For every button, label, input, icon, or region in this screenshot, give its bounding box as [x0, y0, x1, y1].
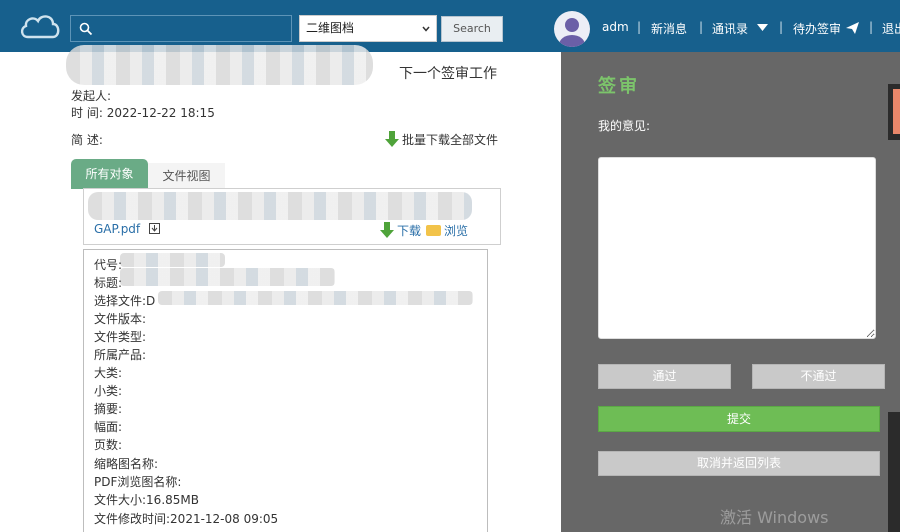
detail-file-version: 文件版本: — [94, 312, 147, 326]
detail-sheet-size: 幅面: — [94, 420, 123, 434]
edge-strip — [888, 412, 900, 532]
time-value: 2022-12-22 18:15 — [106, 106, 215, 120]
nav-logout[interactable]: 退出 — [882, 20, 900, 37]
detail-file-type: 文件类型: — [94, 330, 147, 344]
detail-pdf-preview-name: PDF浏览图名称: — [94, 475, 182, 489]
edge-strip-accent — [893, 89, 900, 134]
send-icon[interactable] — [846, 22, 859, 34]
search-button[interactable]: Search — [441, 16, 503, 42]
nav-contacts[interactable]: 通讯录 — [712, 20, 748, 37]
nav-separator: | — [699, 20, 704, 34]
redacted-title-value — [120, 268, 335, 286]
search-icon — [79, 22, 93, 36]
activation-watermark: 激活 Windows — [720, 508, 829, 527]
file-name: GAP.pdf — [94, 222, 141, 236]
detail-page-count: 页数: — [94, 438, 123, 452]
download-link[interactable]: 下载 — [397, 224, 421, 238]
folder-icon[interactable] — [426, 225, 442, 236]
category-select-value: 二维图档 — [306, 21, 355, 35]
download-arrow-icon[interactable] — [380, 222, 394, 238]
file-export-icon — [148, 223, 160, 234]
detail-title: 标题: — [94, 276, 123, 290]
opinion-label: 我的意见: — [598, 119, 651, 133]
initiator-label: 发起人: — [71, 89, 112, 103]
tab-file-view[interactable]: 文件视图 — [148, 163, 225, 189]
detail-major-category: 大类: — [94, 366, 123, 380]
detail-product: 所属产品: — [94, 348, 147, 362]
opinion-textarea[interactable] — [598, 157, 876, 339]
nav-separator: | — [779, 20, 784, 34]
approve-button[interactable]: 通过 — [598, 364, 731, 389]
tab-all-objects[interactable]: 所有对象 — [71, 159, 148, 189]
redacted-code — [120, 253, 225, 267]
browse-link[interactable]: 浏览 — [444, 224, 468, 238]
file-link[interactable]: GAP.pdf — [94, 222, 160, 236]
redacted-file-path — [158, 291, 473, 305]
time-row: 时 间: 2022-12-22 18:15 — [71, 104, 215, 121]
search-input[interactable] — [70, 15, 292, 42]
avatar[interactable] — [554, 11, 590, 47]
reject-button[interactable]: 不通过 — [752, 364, 885, 389]
batch-download-link[interactable]: 批量下载全部文件 — [385, 131, 498, 148]
review-title: 签审 — [598, 76, 640, 97]
batch-download-label: 批量下载全部文件 — [402, 133, 499, 147]
summary-label: 简 述: — [71, 133, 103, 147]
next-review-link[interactable]: 下一个签审工作 — [399, 63, 497, 83]
nav-pending-review[interactable]: 待办签审 — [793, 20, 841, 37]
file-actions: 下载 浏览 — [380, 222, 468, 239]
redacted-title — [66, 45, 373, 85]
detail-modified-time: 文件修改时间:2021-12-08 09:05 — [94, 512, 279, 526]
cancel-return-button[interactable]: 取消并返回列表 — [598, 451, 880, 476]
detail-file-size: 文件大小:16.85MB — [94, 493, 199, 507]
nav-separator: | — [869, 20, 874, 34]
nav-new-messages[interactable]: 新消息 — [651, 20, 687, 37]
detail-thumbnail-name: 缩略图名称: — [94, 457, 159, 471]
download-arrow-icon — [385, 131, 399, 147]
category-select[interactable]: 二维图档 — [299, 15, 437, 42]
caret-down-icon[interactable] — [757, 24, 768, 32]
user-avatar-icon — [559, 18, 585, 47]
detail-code: 代号: — [94, 258, 123, 272]
detail-minor-category: 小类: — [94, 384, 123, 398]
redacted-file-info — [88, 192, 472, 220]
detail-selected-file: 选择文件:D — [94, 294, 156, 308]
submit-button[interactable]: 提交 — [598, 406, 880, 432]
cloud-logo-icon[interactable] — [18, 10, 62, 42]
nav-separator: | — [637, 20, 642, 34]
time-label: 时 间: — [71, 106, 103, 120]
username[interactable]: adm — [602, 20, 629, 34]
chevron-down-icon — [422, 26, 430, 32]
detail-abstract: 摘要: — [94, 402, 123, 416]
